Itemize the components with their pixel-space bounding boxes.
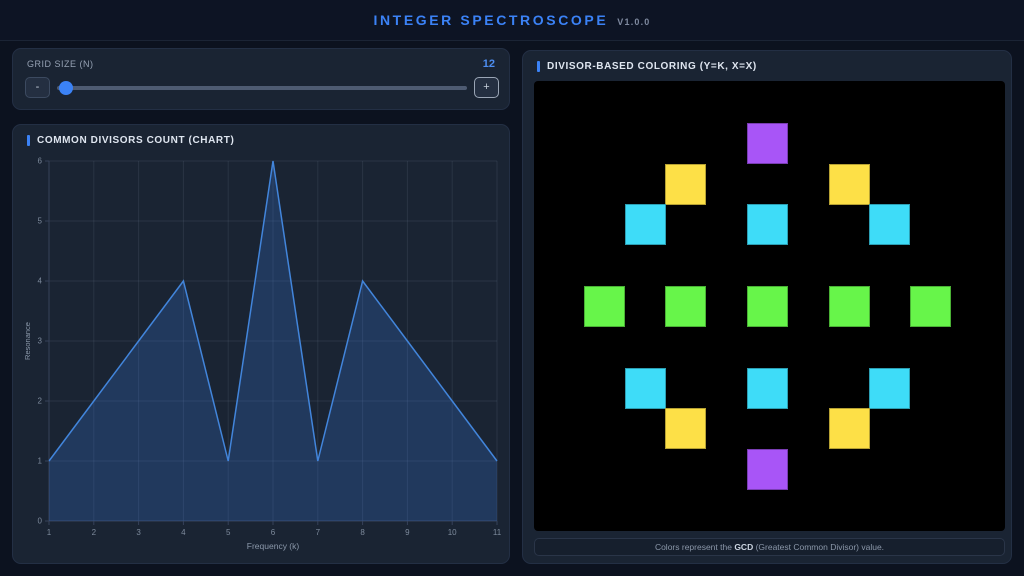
y-tick-label: 1 — [38, 457, 43, 466]
grid-cell-gcd-3 — [665, 164, 706, 205]
x-tick-label: 7 — [316, 528, 321, 537]
caption-suffix: (Greatest Common Divisor) value. — [753, 542, 884, 552]
grid-cell-gcd-4 — [625, 204, 666, 245]
grid-cell-gcd-6 — [910, 286, 951, 327]
grid-cell-gcd-4 — [747, 204, 788, 245]
x-axis-title: Frequency (k) — [247, 541, 300, 551]
grid-cell-gcd-6 — [665, 286, 706, 327]
gcd-caption: Colors represent the GCD (Greatest Commo… — [534, 538, 1005, 556]
x-tick-label: 3 — [136, 528, 141, 537]
common-divisors-area-chart: 12345678910110123456Frequency (k)Resonan… — [13, 125, 511, 565]
y-axis-title: Resonance — [23, 322, 32, 360]
grid-size-slider[interactable] — [57, 81, 467, 95]
grid-cell-gcd-3 — [665, 408, 706, 449]
app-version: V1.0.0 — [617, 14, 650, 27]
x-tick-label: 4 — [181, 528, 186, 537]
x-tick-label: 10 — [448, 528, 457, 537]
y-tick-label: 0 — [38, 517, 43, 526]
x-tick-label: 9 — [405, 528, 410, 537]
x-tick-label: 8 — [360, 528, 365, 537]
app-title: INTEGER SPECTROSCOPE — [373, 12, 608, 28]
caption-gcd: GCD — [734, 542, 753, 552]
grid-cell-gcd-4 — [625, 368, 666, 409]
slider-thumb[interactable] — [59, 81, 73, 95]
y-tick-label: 6 — [38, 157, 43, 166]
grid-cell-gcd-4 — [747, 368, 788, 409]
grid-size-value: 12 — [483, 58, 495, 70]
app-header: INTEGER SPECTROSCOPE V1.0.0 — [0, 0, 1024, 41]
y-tick-label: 5 — [38, 217, 43, 226]
grid-cell-gcd-6 — [584, 286, 625, 327]
x-tick-label: 1 — [47, 528, 52, 537]
grid-size-panel: GRID SIZE (N) 12 - + — [12, 48, 510, 110]
x-tick-label: 11 — [493, 528, 502, 537]
grid-size-header-row: GRID SIZE (N) 12 — [13, 49, 509, 70]
grid-panel-title-row: DIVISOR-BASED COLORING (Y=K, X=X) — [537, 61, 757, 72]
caption-prefix: Colors represent the — [655, 542, 734, 552]
y-tick-label: 4 — [38, 277, 43, 286]
x-tick-label: 5 — [226, 528, 231, 537]
grid-cell-gcd-3 — [829, 408, 870, 449]
y-tick-label: 3 — [38, 337, 43, 346]
decrease-grid-size-button[interactable]: - — [25, 77, 50, 98]
grid-cell-gcd-3 — [829, 164, 870, 205]
divisor-coloring-panel: DIVISOR-BASED COLORING (Y=K, X=X) Colors… — [522, 50, 1012, 564]
grid-cell-gcd-2 — [747, 449, 788, 490]
grid-cell-gcd-4 — [869, 204, 910, 245]
grid-size-label: GRID SIZE (N) — [27, 59, 94, 69]
divisor-grid-canvas — [534, 81, 1005, 531]
grid-cell-gcd-2 — [747, 123, 788, 164]
grid-panel-title: DIVISOR-BASED COLORING (Y=K, X=X) — [547, 61, 757, 72]
chart-panel: COMMON DIVISORS COUNT (CHART) 1234567891… — [12, 124, 510, 564]
x-tick-label: 2 — [92, 528, 97, 537]
slider-track[interactable] — [57, 86, 467, 90]
grid-cell-gcd-4 — [869, 368, 910, 409]
y-tick-label: 2 — [38, 397, 43, 406]
grid-cell-gcd-6 — [829, 286, 870, 327]
x-tick-label: 6 — [271, 528, 276, 537]
grid-size-controls: - + — [13, 70, 509, 98]
title-accent-bar — [537, 61, 540, 72]
grid-cell-gcd-6 — [747, 286, 788, 327]
increase-grid-size-button[interactable]: + — [474, 77, 499, 98]
